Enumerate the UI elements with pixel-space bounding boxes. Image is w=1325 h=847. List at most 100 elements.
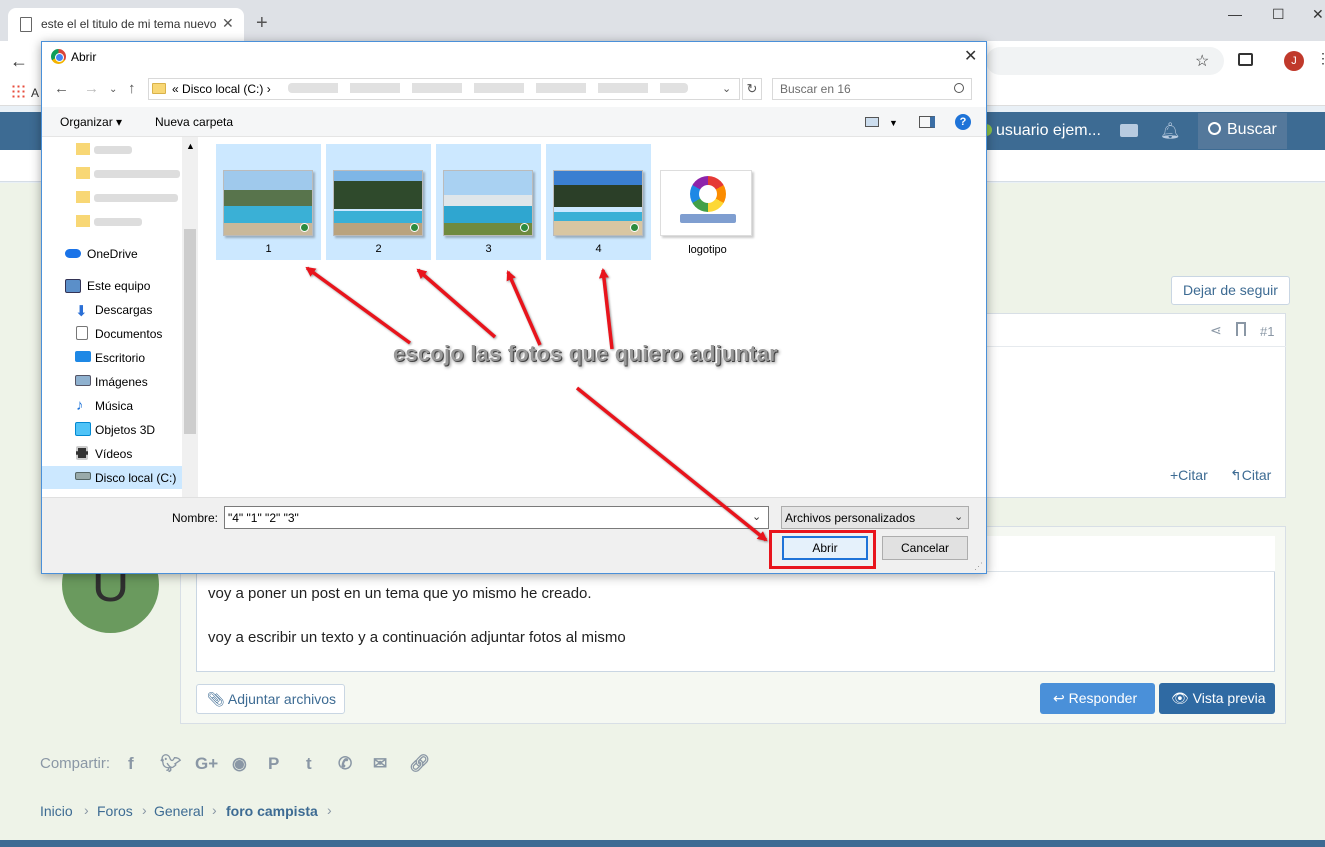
preview-pane-icon[interactable] xyxy=(919,116,935,128)
cancel-button[interactable]: Cancelar xyxy=(882,536,968,560)
nav-item-pictures[interactable]: Imágenes xyxy=(95,375,148,389)
chevron-right-icon: › xyxy=(84,802,89,818)
menu-icon[interactable]: ⋮ xyxy=(1316,50,1325,67)
chevron-down-icon[interactable]: ⌄ xyxy=(722,82,731,95)
new-tab-button[interactable]: + xyxy=(256,13,268,33)
photo-thumbnail[interactable] xyxy=(223,170,313,236)
search-button[interactable]: Buscar xyxy=(1198,113,1287,149)
bookmarks-label[interactable]: A xyxy=(31,86,39,100)
file-name-label: Nombre: xyxy=(172,511,219,525)
tab-close-icon[interactable]: ✕ xyxy=(222,15,234,32)
view-dropdown-icon[interactable]: ▼ xyxy=(889,118,898,128)
tumblr-icon[interactable]: t xyxy=(306,754,312,774)
whatsapp-icon[interactable]: ✆ xyxy=(338,754,352,774)
path-text[interactable]: « Disco local (C:) › xyxy=(172,82,271,96)
link-icon[interactable]: 🔗︎ xyxy=(409,754,431,774)
address-bar[interactable] xyxy=(986,47,1224,75)
photo-thumbnail[interactable] xyxy=(333,170,423,236)
path-root: Disco local (C:) xyxy=(182,82,264,96)
file-name[interactable]: 1 xyxy=(216,243,321,255)
share-icon[interactable]: ⋖ xyxy=(1210,322,1222,339)
twitter-icon[interactable]: 🐦︎ xyxy=(160,754,182,774)
resize-grip-icon[interactable]: ⋰ xyxy=(974,561,983,572)
nav-item-local-disk[interactable]: Disco local (C:) xyxy=(95,471,176,485)
breadcrumb-current[interactable]: foro campista xyxy=(226,803,318,819)
email-icon[interactable]: ✉ xyxy=(373,754,387,774)
reddit-icon[interactable]: ◉ xyxy=(232,754,247,774)
music-icon: ♪ xyxy=(76,397,84,414)
breadcrumb-item[interactable]: Inicio xyxy=(40,803,73,819)
organize-menu[interactable]: Organizar ▾ xyxy=(60,115,122,129)
post-number[interactable]: #1 xyxy=(1260,324,1274,339)
recent-locations-icon[interactable]: ⌄ xyxy=(109,84,117,95)
photo-thumbnail[interactable] xyxy=(443,170,533,236)
help-icon[interactable]: ? xyxy=(955,114,971,130)
refresh-icon[interactable]: ↻ xyxy=(742,78,762,100)
file-name[interactable]: logotipo xyxy=(660,244,755,256)
nav-folder-redacted[interactable] xyxy=(76,189,182,207)
chevron-down-icon[interactable]: ⌄ xyxy=(954,510,963,523)
attach-label: Adjuntar archivos xyxy=(227,691,337,707)
maximize-icon[interactable]: ☐ xyxy=(1272,6,1285,23)
page-icon xyxy=(20,17,32,32)
back-icon[interactable]: ← xyxy=(54,80,69,97)
search-label: Buscar xyxy=(1227,121,1277,138)
new-folder-button[interactable]: Nueva carpeta xyxy=(155,115,233,129)
nav-item-downloads[interactable]: Descargas xyxy=(95,303,152,317)
nav-item-music[interactable]: Música xyxy=(95,399,133,413)
nav-item-3d-objects[interactable]: Objetos 3D xyxy=(95,423,155,437)
pictures-icon xyxy=(75,375,91,386)
nav-item-documents[interactable]: Documentos xyxy=(95,327,162,341)
scroll-up-icon[interactable]: ▲ xyxy=(186,141,195,151)
file-type-value[interactable]: Archivos personalizados xyxy=(785,511,915,525)
nav-item-onedrive[interactable]: OneDrive xyxy=(87,247,138,261)
preview-button[interactable]: 👁︎ Vista previa xyxy=(1159,683,1275,714)
capture-icon[interactable] xyxy=(1238,53,1253,66)
file-name[interactable]: 4 xyxy=(546,243,651,255)
reply-label: Responder xyxy=(1068,690,1138,706)
minimize-icon[interactable]: — xyxy=(1228,6,1242,22)
photo-thumbnail[interactable] xyxy=(553,170,643,236)
change-view-icon[interactable] xyxy=(865,117,879,127)
apps-icon[interactable] xyxy=(11,84,26,99)
bookmark-star-icon[interactable]: ☆ xyxy=(1195,51,1209,71)
chrome-icon xyxy=(51,49,66,64)
pinterest-icon[interactable]: P xyxy=(268,754,279,774)
breadcrumb-item[interactable]: General xyxy=(154,803,204,819)
nav-scrollbar[interactable] xyxy=(182,137,198,497)
window-close-icon[interactable]: ✕ xyxy=(1312,6,1324,23)
facebook-icon[interactable]: f xyxy=(128,754,134,774)
file-name-input[interactable] xyxy=(224,506,769,529)
alerts-icon[interactable]: 🔔︎ xyxy=(1160,121,1180,141)
file-name[interactable]: 2 xyxy=(326,243,431,255)
breadcrumb-item[interactable]: Foros xyxy=(97,803,133,819)
quote-button[interactable]: ↰Citar xyxy=(1230,467,1271,484)
nav-folder-redacted[interactable] xyxy=(76,141,182,159)
forward-icon[interactable]: → xyxy=(84,80,99,97)
chevron-down-icon[interactable]: ⌄ xyxy=(752,510,761,523)
bookmark-icon[interactable] xyxy=(1236,322,1246,336)
scrollbar-thumb[interactable] xyxy=(184,229,196,434)
user-menu[interactable]: usuario ejem... xyxy=(980,122,1101,140)
browser-tab[interactable]: este el el titulo de mi tema nuevo ✕ xyxy=(8,8,244,41)
multi-quote-button[interactable]: +Citar xyxy=(1170,467,1208,483)
editor-line[interactable]: voy a escribir un texto y a continuación… xyxy=(208,629,626,646)
up-folder-icon[interactable]: ↑ xyxy=(128,80,136,97)
nav-item-this-pc[interactable]: Este equipo xyxy=(87,279,150,293)
tab-title: este el el titulo de mi tema nuevo xyxy=(41,17,217,31)
nav-folder-redacted[interactable] xyxy=(76,213,182,231)
editor-line[interactable]: voy a poner un post en un tema que yo mi… xyxy=(208,585,592,602)
inbox-icon[interactable] xyxy=(1120,124,1138,137)
file-name[interactable]: 3 xyxy=(436,243,541,255)
nav-item-videos[interactable]: Vídeos xyxy=(95,447,132,461)
nav-folder-redacted[interactable] xyxy=(76,165,182,183)
nav-item-desktop[interactable]: Escritorio xyxy=(95,351,145,365)
dialog-close-icon[interactable]: ✕ xyxy=(964,46,977,66)
profile-avatar[interactable]: J xyxy=(1284,51,1304,71)
attach-files-button[interactable]: 📎︎ Adjuntar archivos xyxy=(196,684,345,714)
back-icon[interactable]: ← xyxy=(10,51,28,72)
file-name-value[interactable]: "4" "1" "2" "3" xyxy=(228,511,299,525)
reply-button[interactable]: ↩ Responder xyxy=(1040,683,1155,714)
google-plus-icon[interactable]: G+ xyxy=(195,754,218,774)
unfollow-button[interactable]: Dejar de seguir xyxy=(1171,276,1290,305)
